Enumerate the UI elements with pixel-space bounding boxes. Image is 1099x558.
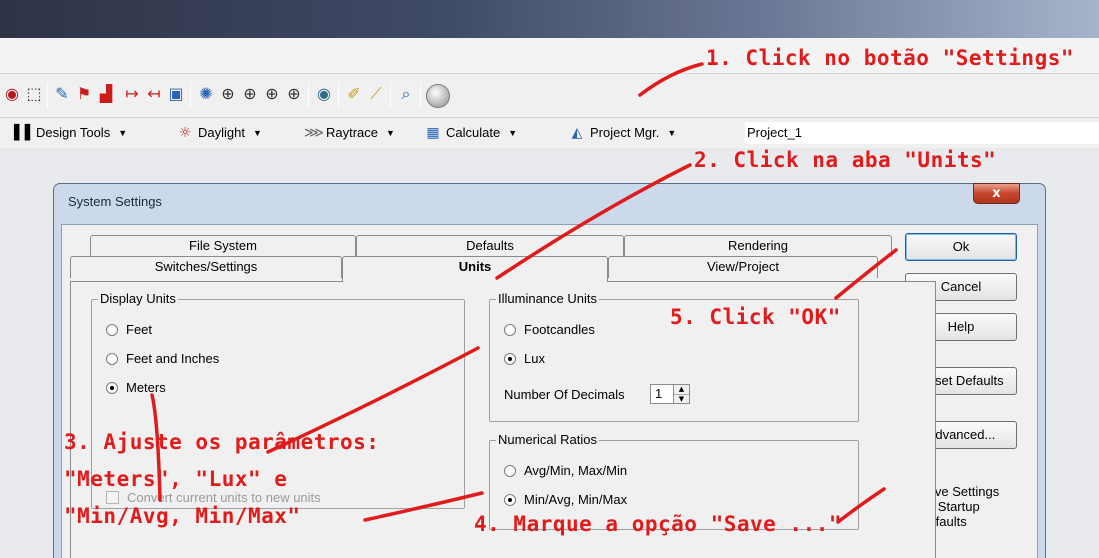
checkbox[interactable] xyxy=(106,491,119,504)
window-title-area xyxy=(0,0,1099,38)
radio-min-avg[interactable]: Min/Avg, Min/Max xyxy=(504,492,627,507)
calculate-icon: ▦ xyxy=(426,125,440,141)
chevron-up-icon[interactable]: ▲ xyxy=(674,385,689,395)
chevron-down-icon: ▼ xyxy=(118,128,128,138)
radio-avg-min[interactable]: Avg/Min, Max/Min xyxy=(504,463,627,478)
annotation-step4: 4. Marque a opção "Save ..." xyxy=(474,512,843,536)
annotation-step3-line1: 3. Ajuste os parâmetros: xyxy=(64,430,380,454)
eye-view-icon[interactable]: ◉ xyxy=(314,83,334,105)
toolbar-separator xyxy=(390,82,391,108)
view-top-icon[interactable]: ⊕ xyxy=(240,83,260,105)
arrow-right-tool-icon[interactable]: ↦ xyxy=(122,83,142,105)
project-mgr-label: Project Mgr. xyxy=(590,125,660,140)
radio-feet[interactable]: Feet xyxy=(106,322,152,337)
radio-button[interactable] xyxy=(106,323,118,336)
dialog-title: System Settings xyxy=(68,194,162,209)
radio-button[interactable] xyxy=(504,493,516,506)
toolbar-separator xyxy=(338,82,339,108)
tab-rendering[interactable]: Rendering xyxy=(624,235,892,257)
ok-button[interactable]: Ok xyxy=(905,233,1017,261)
radio-label: Meters xyxy=(126,380,166,395)
radio-label: Feet xyxy=(126,322,153,337)
raytrace-button[interactable]: ⋙ Raytrace ▼ xyxy=(304,122,395,144)
daylight-icon: ☼ xyxy=(178,125,192,141)
system-settings-dialog: System Settings x File System Defaults R… xyxy=(53,183,1046,558)
toolbar-separator xyxy=(308,82,309,108)
chevron-down-icon: ▼ xyxy=(252,128,262,138)
radio-feet-and-inches[interactable]: Feet and Inches xyxy=(106,351,219,366)
illuminance-units-title: Illuminance Units xyxy=(496,291,599,307)
radio-label: Footcandles xyxy=(524,322,595,337)
toolbar-separator xyxy=(47,82,48,108)
close-button[interactable]: x xyxy=(973,183,1020,204)
view-front-icon[interactable]: ⊕ xyxy=(218,83,238,105)
view-iso-icon[interactable]: ⊕ xyxy=(284,83,304,105)
edit-tool-icon[interactable]: ✐ xyxy=(344,83,364,105)
annotation-step5: 5. Click "OK" xyxy=(670,305,841,329)
display-units-title: Display Units xyxy=(98,291,178,307)
raytrace-label: Raytrace xyxy=(326,125,379,140)
radio-button[interactable] xyxy=(504,352,516,365)
zoom-icon[interactable]: ⌕ xyxy=(396,83,416,105)
tab-switches-settings[interactable]: Switches/Settings xyxy=(70,256,342,278)
tab-file-system[interactable]: File System xyxy=(90,235,356,257)
chevron-down-icon[interactable]: ▼ xyxy=(674,395,689,404)
chevron-down-icon: ▼ xyxy=(667,128,677,138)
radio-button[interactable] xyxy=(106,352,118,365)
arrow-left-tool-icon[interactable]: ↤ xyxy=(144,83,164,105)
luminaire-tool-icon[interactable]: ▟ xyxy=(96,83,116,105)
radio-button[interactable] xyxy=(504,323,516,336)
radio-label: Avg/Min, Max/Min xyxy=(524,463,628,478)
project-name-field[interactable]: Project_1 xyxy=(745,122,1099,144)
toolbar-separator xyxy=(420,82,421,108)
calculate-button[interactable]: ▦ Calculate ▼ xyxy=(424,122,517,144)
settings-button[interactable] xyxy=(426,84,450,108)
project-mgr-button[interactable]: ◭ Project Mgr. ▼ xyxy=(568,122,677,144)
raytrace-icon: ⋙ xyxy=(304,125,324,141)
radio-button[interactable] xyxy=(504,464,516,477)
toolbar-separator xyxy=(190,82,191,108)
design-tools-icon: ▌▌ xyxy=(14,125,36,141)
radio-label: Lux xyxy=(524,351,545,366)
annotation-step3-line3: "Min/Avg, Min/Max" xyxy=(64,504,301,528)
radio-label: Min/Avg, Min/Max xyxy=(524,492,628,507)
design-tools-label: Design Tools xyxy=(36,125,111,140)
cube-view-icon[interactable]: ⬚ xyxy=(24,83,44,105)
flag-tool-icon[interactable]: ⚑ xyxy=(74,83,94,105)
tab-units[interactable]: Units xyxy=(342,256,608,282)
radio-footcandles[interactable]: Footcandles xyxy=(504,322,595,337)
eye-tool-icon[interactable]: ◉ xyxy=(2,83,22,105)
daylight-label: Daylight xyxy=(198,125,245,140)
convert-units-checkbox[interactable]: Convert current units to new units xyxy=(106,490,321,505)
draw-tool-icon[interactable]: ✎ xyxy=(52,83,72,105)
radio-label: Feet and Inches xyxy=(126,351,220,366)
stepper-arrows[interactable]: ▲ ▼ xyxy=(674,384,690,404)
radio-button[interactable] xyxy=(106,381,118,394)
chevron-down-icon: ▼ xyxy=(386,128,395,138)
radio-lux[interactable]: Lux xyxy=(504,351,545,366)
design-tools-button[interactable]: ▌▌ Design Tools ▼ xyxy=(14,122,127,144)
annotation-step3-line2: "Meters", "Lux" e xyxy=(64,467,288,491)
numerical-ratios-title: Numerical Ratios xyxy=(496,432,599,448)
annotation-step2: 2. Click na aba "Units" xyxy=(694,148,997,172)
calculate-label: Calculate xyxy=(446,125,501,140)
chevron-down-icon: ▼ xyxy=(508,128,518,138)
annotation-step1: 1. Click no botão "Settings" xyxy=(706,46,1075,70)
image-tool-icon[interactable]: ▣ xyxy=(166,83,186,105)
measure-tool-icon[interactable]: ⟋ xyxy=(366,83,386,105)
decimals-value[interactable]: 1 xyxy=(650,384,674,404)
view-side-icon[interactable]: ⊕ xyxy=(262,83,282,105)
decimals-stepper[interactable]: 1 ▲ ▼ xyxy=(650,384,690,404)
render-tool-icon[interactable]: ✺ xyxy=(196,83,216,105)
daylight-button[interactable]: ☼ Daylight ▼ xyxy=(176,122,262,144)
radio-meters[interactable]: Meters xyxy=(106,380,166,395)
tab-defaults[interactable]: Defaults xyxy=(356,235,624,257)
tab-view-project[interactable]: View/Project xyxy=(608,256,878,278)
checkbox-label: Convert current units to new units xyxy=(127,490,321,505)
decimals-label: Number Of Decimals xyxy=(504,387,625,402)
project-mgr-icon: ◭ xyxy=(571,125,583,141)
main-toolbar: ◉ ⬚ ✎ ⚑ ▟ ↦ ↤ ▣ ✺ ⊕ ⊕ ⊕ ⊕ ◉ ✐ ⟋ ⌕ xyxy=(0,74,1099,118)
